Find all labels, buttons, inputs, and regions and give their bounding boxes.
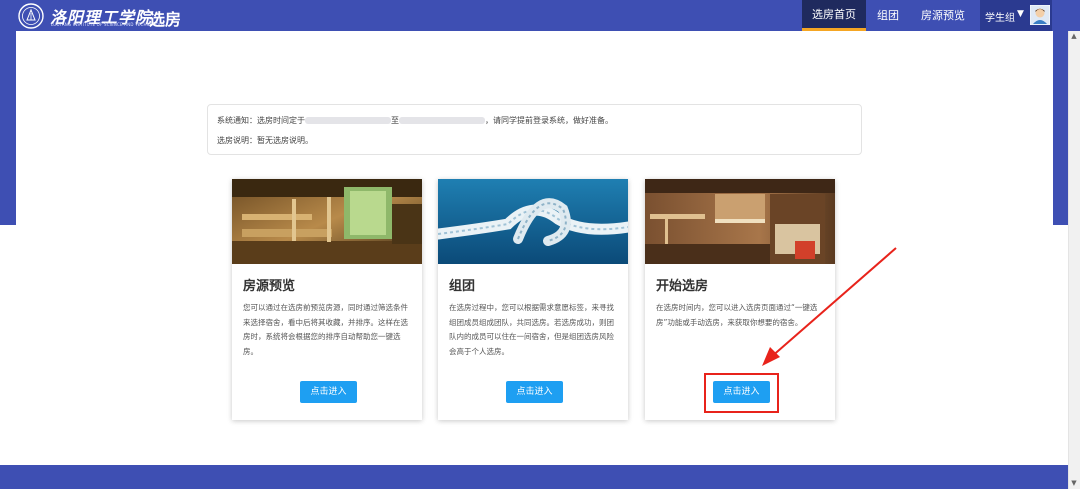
user-menu[interactable]: 学生组 ▼ <box>980 0 1052 31</box>
card-description: 您可以通过在选房前预览房源，同时通过筛选条件来选择宿舍，看中后将其收藏，并排序。… <box>243 303 408 356</box>
avatar[interactable] <box>1030 5 1050 25</box>
footer-band <box>0 465 1080 489</box>
top-navbar: 洛阳理工学院 LUOYANG INSTITUTE OF SCIENCE AND … <box>0 0 1080 31</box>
dorm-room-photo-icon <box>232 179 422 264</box>
enter-room-preview-button[interactable]: 点击进入 <box>300 381 357 403</box>
card-title: 开始选房 <box>656 279 709 294</box>
app-title: 选房 <box>149 10 182 29</box>
rope-knot-photo-icon <box>438 179 628 264</box>
scroll-up-icon[interactable]: ▲ <box>1069 32 1079 40</box>
user-label: 学生组 <box>985 13 1015 24</box>
enter-group-button[interactable]: 点击进入 <box>506 381 563 403</box>
system-notice: 系统通知：选房时间定于至，请同学提前登录系统，做好准备。 选房说明：暂无选房说明… <box>207 104 862 155</box>
redacted-start-time <box>305 117 391 124</box>
nav-tab-room-preview[interactable]: 房源预览 <box>912 0 974 31</box>
bunk-bed-room-photo-icon <box>645 179 835 264</box>
nav-tab-home[interactable]: 选房首页 <box>802 0 866 31</box>
card-group: 组团 在选房过程中，您可以根据需求意愿标签，来寻找组团成员组成团队，共同选房。若… <box>438 179 628 420</box>
nav-tab-group[interactable]: 组团 <box>870 0 906 31</box>
card-room-preview: 房源预览 您可以通过在选房前预览房源，同时通过筛选条件来选择宿舍，看中后将其收藏… <box>232 179 422 420</box>
school-logo-icon <box>18 3 44 29</box>
card-title: 房源预览 <box>243 279 296 294</box>
caret-down-icon: ▼ <box>1017 9 1024 19</box>
highlight-box <box>704 373 779 413</box>
card-description: 在选房时间内，您可以进入选房页面通过“一键选房”功能或手动选房，来获取你想要的宿… <box>656 303 818 327</box>
card-title: 组团 <box>449 279 476 294</box>
redacted-end-time <box>399 117 485 124</box>
card-description: 在选房过程中，您可以根据需求意愿标签，来寻找组团成员组成团队，共同选房。若选房成… <box>449 303 614 356</box>
notice-line-description: 选房说明：暂无选房说明。 <box>217 136 313 145</box>
scroll-down-icon[interactable]: ▼ <box>1069 479 1079 487</box>
vertical-scrollbar[interactable]: ▲ ▼ <box>1068 31 1080 489</box>
school-name-en: LUOYANG INSTITUTE OF SCIENCE AND TECHNOL… <box>51 22 165 27</box>
notice-line-time: 系统通知：选房时间定于至，请同学提前登录系统，做好准备。 <box>217 116 613 125</box>
